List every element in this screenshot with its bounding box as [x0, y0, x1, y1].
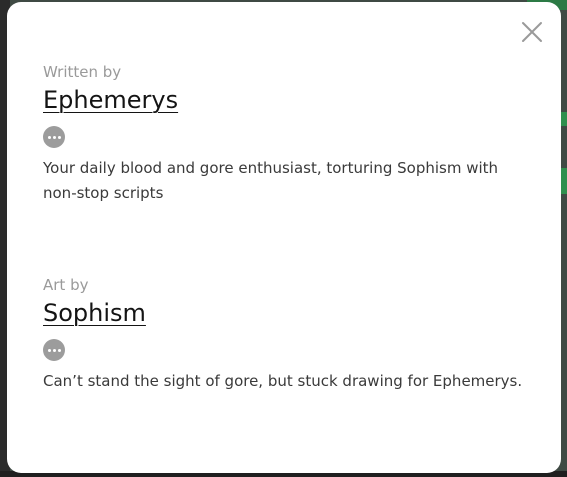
writer-role-label: Written by [43, 63, 122, 81]
credits-modal: Written by Ephemerys Your daily blood an… [7, 2, 561, 473]
writer-name-link[interactable]: Ephemerys [43, 86, 178, 114]
writer-bio: Your daily blood and gore enthusiast, to… [43, 159, 499, 202]
writer-more-button[interactable] [43, 126, 65, 148]
more-horizontal-icon [57, 135, 61, 139]
more-horizontal-icon [52, 348, 56, 352]
close-button[interactable] [521, 21, 543, 43]
more-horizontal-icon [47, 348, 51, 352]
writer-credit: Written by Ephemerys Your daily blood an… [43, 62, 523, 206]
close-icon [522, 22, 542, 42]
more-horizontal-icon [52, 135, 56, 139]
more-horizontal-icon [57, 348, 61, 352]
artist-name-link[interactable]: Sophism [43, 299, 146, 327]
artist-bio: Can’t stand the sight of gore, but stuck… [43, 372, 523, 390]
artist-role-label: Art by [43, 276, 89, 294]
artist-credit: Art by Sophism Can’t stand the sight of … [43, 275, 523, 394]
artist-more-button[interactable] [43, 339, 65, 361]
more-horizontal-icon [47, 135, 51, 139]
